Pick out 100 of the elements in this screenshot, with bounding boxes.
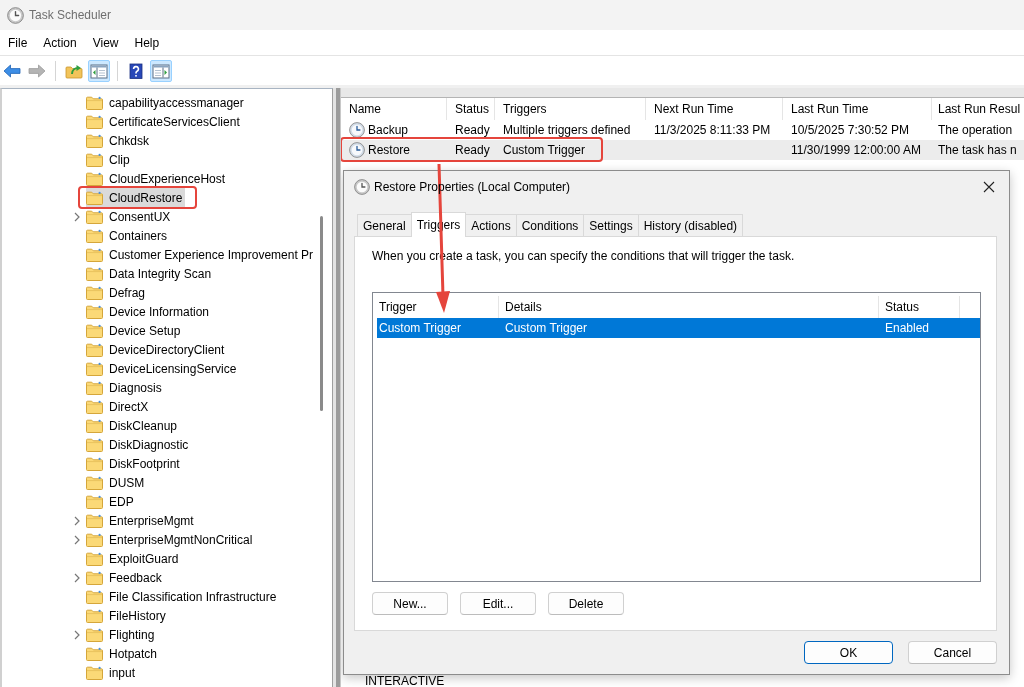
folder-icon [86,342,103,357]
folder-icon [86,304,103,319]
folder-icon [86,133,103,148]
tree-item[interactable]: EnterpriseMgmtNonCritical [86,530,256,549]
folder-icon [86,323,103,338]
tree-item[interactable]: Hotpatch [86,644,161,663]
folder-icon [86,171,103,186]
column-header[interactable]: Triggers [495,98,646,120]
tab[interactable]: General [357,214,412,236]
folder-icon [86,494,103,509]
folder-icon [86,266,103,281]
column-header[interactable]: Last Run Time [783,98,932,120]
tab[interactable]: Settings [583,214,639,236]
tree-item[interactable]: DUSM [86,473,148,492]
folder-icon [86,437,103,452]
edit-button[interactable]: Edit... [460,592,536,615]
tree-item[interactable]: DiskFootprint [86,454,183,473]
clock-icon [349,122,365,138]
tree-item[interactable]: Clip [86,150,133,169]
tree-item[interactable]: Flighting [86,625,158,644]
pane-toggle-icon [152,62,170,79]
task-row[interactable]: Restore Ready Custom Trigger 11/30/1999 12:00:00 AM The task has n [341,140,1024,160]
tree-item[interactable]: File Classification Infrastructure [86,587,280,606]
clock-icon [7,6,24,24]
chevron-right-icon[interactable] [74,572,80,583]
chevron-right-icon[interactable] [74,629,80,640]
triggers-text: Custom Trigger [502,143,587,157]
folder-icon [86,570,103,585]
tree-item[interactable]: DiskDiagnostic [86,435,192,454]
cancel-button[interactable]: Cancel [908,641,997,664]
tree-item[interactable]: CloudExperienceHost [86,169,229,188]
details-text: Custom Trigger [504,321,589,335]
folder-icon [86,646,103,661]
status-text: Ready [454,123,491,137]
triggers-text: Multiple triggers defined [502,123,632,137]
folder-icon [86,190,103,205]
last-run-result-text: The task has n [937,143,1018,157]
help-icon [127,62,145,79]
folder-icon [86,608,103,623]
list-row[interactable]: Custom Trigger Custom Trigger Enabled [377,318,980,338]
tree-item[interactable]: EnterpriseMgmt [86,511,197,530]
tree-item[interactable]: FileHistory [86,606,169,625]
tree-item[interactable]: DeviceLicensingService [86,359,240,378]
menu-item[interactable]: File [0,32,36,53]
tree-item[interactable]: ConsentUX [86,207,174,226]
folder-icon [86,532,103,547]
window-title: Task Scheduler [29,8,112,22]
ok-button[interactable]: OK [804,641,893,664]
tree-item[interactable]: Diagnosis [86,378,165,397]
tree-item[interactable]: DiskCleanup [86,416,181,435]
tree-item[interactable]: CertificateServicesClient [86,112,243,131]
column-header[interactable]: Name [341,98,447,120]
tree-item[interactable]: ExploitGuard [86,549,182,568]
menu-item[interactable]: View [84,32,127,53]
delete-button[interactable]: Delete [548,592,624,615]
console-tree-button[interactable] [88,59,110,82]
tree-item[interactable]: Customer Experience Improvement Pr [86,245,317,264]
folder-icon [86,380,103,395]
tree-item[interactable]: Device Information [86,302,213,321]
tree-item[interactable]: capabilityaccessmanager [86,93,247,112]
folder-icon [86,399,103,414]
tree-item[interactable]: Data Integrity Scan [86,264,215,283]
folder-icon [86,285,103,300]
column-header[interactable]: Status [447,98,495,120]
last-run-time-text: 10/5/2025 7:30:52 PM [790,123,911,137]
tree-item[interactable]: Containers [86,226,171,245]
tree-item[interactable]: input [86,663,139,682]
tree-item[interactable]: Device Setup [86,321,184,340]
folder-icon [86,361,103,376]
scrollbar[interactable] [320,216,323,411]
new-button[interactable]: New... [372,592,448,615]
chevron-right-icon[interactable] [74,534,80,545]
next-run-time-text: 11/3/2025 8:11:33 PM [653,123,772,137]
tree-item[interactable]: Feedback [86,568,165,587]
menu-item[interactable]: Help [126,32,168,53]
folder-icon [86,95,103,110]
folder-icon [86,228,103,243]
tree-item[interactable]: Chkdsk [86,131,152,150]
column-header[interactable]: Last Run Resul [932,98,1024,120]
tree-item[interactable]: DirectX [86,397,152,416]
status-text: Ready [454,143,491,157]
menu-item[interactable]: Action [35,32,85,53]
folder-icon [86,551,103,566]
tree-item[interactable]: DeviceDirectoryClient [86,340,228,359]
column-header[interactable]: Next Run Time [646,98,783,120]
tree-item[interactable]: Defrag [86,283,149,302]
chevron-right-icon[interactable] [74,211,80,222]
tab[interactable]: History (disabled) [637,214,744,236]
chevron-right-icon[interactable] [74,515,80,526]
folder-icon [86,456,103,471]
arrow-left-icon [3,62,21,79]
tree-item[interactable]: CloudRestore [86,188,186,207]
detail-text: INTERACTIVE [365,674,445,687]
trigger-list[interactable]: Trigger Details Status Custom Trigger Custom Trigger Enabled [372,292,981,582]
folder-icon [86,589,103,604]
tree-item[interactable]: EDP [86,492,137,511]
task-row[interactable]: Backup Ready Multiple triggers defined 11/3/2025 8:11:33 PM 10/5/2025 7:30:52 PM The operation [341,120,1024,140]
arrow-right-icon [28,62,46,79]
folder-icon [86,475,103,490]
task-name-text: Backup [368,123,409,137]
